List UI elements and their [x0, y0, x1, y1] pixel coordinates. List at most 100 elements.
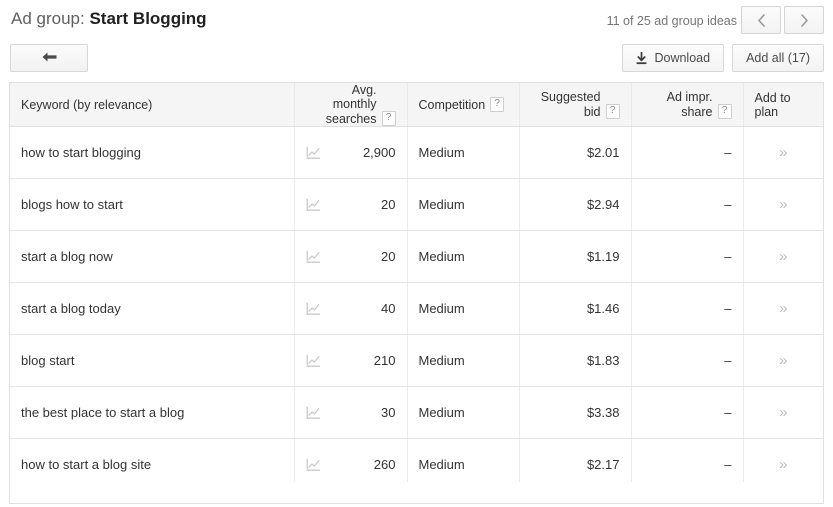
- suggested-bid-value: $2.94: [586, 197, 620, 213]
- table-row[interactable]: the best place to start a blog 30 Medium $3…: [10, 386, 823, 440]
- double-chevron-right-icon[interactable]: »: [779, 352, 787, 369]
- column-header-searches-line2: searches: [325, 111, 377, 126]
- keyword-text: start a blog today: [21, 301, 121, 317]
- suggested-bid-value: $1.83: [586, 353, 620, 369]
- help-icon-ad-impr-share[interactable]: ?: [717, 103, 732, 119]
- keyword-text: the best place to start a blog: [21, 405, 185, 421]
- table-row[interactable]: blogs how to start 20 Medium $2.94 – »: [10, 178, 823, 232]
- line-chart-icon[interactable]: [306, 354, 321, 368]
- table-body: how to start blogging 2,900 Medium $2.01–» b…: [10, 126, 823, 492]
- searches-value: 30: [381, 405, 396, 421]
- column-header-add-to-plan: Add to plan: [743, 83, 823, 128]
- column-header-add-to-plan-label: Add to plan: [754, 90, 791, 119]
- cell-competition: Medium: [407, 334, 520, 388]
- searches-value: 2,900: [362, 145, 396, 161]
- double-chevron-right-icon[interactable]: »: [779, 248, 787, 265]
- ad-impr-share-value: –: [724, 197, 732, 213]
- cell-ad-impr-share: –: [631, 230, 744, 284]
- cell-keyword: start a blog now: [10, 230, 295, 284]
- cell-keyword: start a blog today: [10, 282, 295, 336]
- table-row[interactable]: blog start 210 Medium $1.83 – »: [10, 334, 823, 388]
- suggested-bid-value: $2.01: [586, 145, 620, 161]
- suggested-bid-value: $1.46: [586, 301, 620, 317]
- table-row[interactable]: how to start blogging 2,900 Medium $2.01 – »: [10, 126, 823, 180]
- suggested-bid-value: $1.19: [586, 249, 620, 265]
- column-header-suggested-bid-label: Suggested bid: [540, 90, 601, 119]
- help-icon-avg-monthly-searches[interactable]: ?: [381, 111, 396, 127]
- cell-add-to-plan: »: [743, 126, 823, 180]
- keyword-text: how to start a blog site: [21, 457, 152, 473]
- cell-ad-impr-share: –: [631, 334, 744, 388]
- double-chevron-right-icon[interactable]: »: [779, 456, 787, 473]
- competition-value: Medium: [418, 249, 465, 265]
- double-chevron-right-icon[interactable]: »: [779, 404, 787, 421]
- line-chart-icon[interactable]: [306, 146, 321, 160]
- column-header-keyword-label: Keyword (by relevance): [21, 97, 153, 112]
- cell-add-to-plan: »: [743, 282, 823, 336]
- table-row[interactable]: start a blog now 20 Medium $1.19 – »: [10, 230, 823, 284]
- line-chart-icon[interactable]: [306, 302, 321, 316]
- cell-add-to-plan: »: [743, 178, 823, 232]
- double-chevron-right-icon[interactable]: »: [779, 144, 787, 161]
- ad-impr-share-value: –: [724, 145, 732, 161]
- column-header-suggested-bid[interactable]: Suggested bid ?: [519, 83, 632, 128]
- column-header-competition[interactable]: Competition ?: [407, 83, 520, 128]
- cell-add-to-plan: »: [743, 386, 823, 440]
- cell-ad-impr-share: –: [631, 178, 744, 232]
- column-header-ad-impr-share[interactable]: Ad impr. share ?: [631, 83, 744, 128]
- add-all-button[interactable]: Add all (17): [732, 44, 824, 72]
- searches-value: 20: [381, 197, 396, 213]
- searches-value: 20: [381, 249, 396, 265]
- keyword-text: blogs how to start: [21, 197, 123, 213]
- double-chevron-right-icon[interactable]: »: [779, 196, 787, 213]
- double-chevron-right-icon[interactable]: »: [779, 300, 787, 317]
- ad-impr-share-value: –: [724, 301, 732, 317]
- column-header-avg-monthly-searches[interactable]: Avg. monthly searches ?: [294, 83, 408, 128]
- cell-add-to-plan: »: [743, 334, 823, 388]
- cell-keyword: blogs how to start: [10, 178, 295, 232]
- column-header-keyword[interactable]: Keyword (by relevance): [10, 83, 295, 128]
- cell-competition: Medium: [407, 178, 520, 232]
- line-chart-icon[interactable]: [306, 198, 321, 212]
- column-header-competition-label: Competition: [418, 97, 486, 112]
- back-arrow-icon: [41, 51, 58, 66]
- line-chart-icon[interactable]: [306, 406, 321, 420]
- cell-keyword: how to start blogging: [10, 126, 295, 180]
- download-button-label: Download: [654, 51, 711, 65]
- ad-impr-share-value: –: [724, 457, 732, 473]
- cell-avg-monthly-searches: 210: [294, 334, 408, 388]
- cell-ad-impr-share: –: [631, 386, 744, 440]
- download-button[interactable]: Download: [622, 44, 725, 72]
- competition-value: Medium: [418, 197, 465, 213]
- searches-value: 210: [373, 353, 396, 369]
- table-actions: Download Add all (17): [622, 44, 824, 72]
- competition-value: Medium: [418, 457, 465, 473]
- previous-page-button[interactable]: [741, 6, 781, 34]
- page-header: Ad group: Start Blogging 11 of 25 ad gro…: [0, 0, 833, 80]
- line-chart-icon[interactable]: [306, 250, 321, 264]
- help-icon-suggested-bid[interactable]: ?: [605, 103, 620, 119]
- cell-suggested-bid: $1.19: [519, 230, 632, 284]
- competition-value: Medium: [418, 405, 465, 421]
- cell-avg-monthly-searches: 20: [294, 178, 408, 232]
- cell-competition: Medium: [407, 282, 520, 336]
- back-button[interactable]: [10, 44, 88, 72]
- ad-group-label: Ad group:: [11, 9, 85, 28]
- cell-suggested-bid: $3.38: [519, 386, 632, 440]
- line-chart-icon[interactable]: [306, 458, 321, 472]
- competition-value: Medium: [418, 353, 465, 369]
- cell-keyword: the best place to start a blog: [10, 386, 295, 440]
- cell-competition: Medium: [407, 126, 520, 180]
- page-title: Ad group: Start Blogging: [11, 9, 207, 29]
- table-row[interactable]: start a blog today 40 Medium $1.46 – »: [10, 282, 823, 336]
- cell-suggested-bid: $1.46: [519, 282, 632, 336]
- keyword-text: start a blog now: [21, 249, 113, 265]
- competition-value: Medium: [418, 145, 465, 161]
- ad-group-idea-count: 11 of 25 ad group ideas: [606, 14, 737, 28]
- download-icon: [636, 51, 647, 65]
- help-icon-competition[interactable]: ?: [490, 97, 505, 113]
- competition-value: Medium: [418, 301, 465, 317]
- ad-impr-share-value: –: [724, 353, 732, 369]
- cell-add-to-plan: »: [743, 230, 823, 284]
- next-page-button[interactable]: [784, 6, 824, 34]
